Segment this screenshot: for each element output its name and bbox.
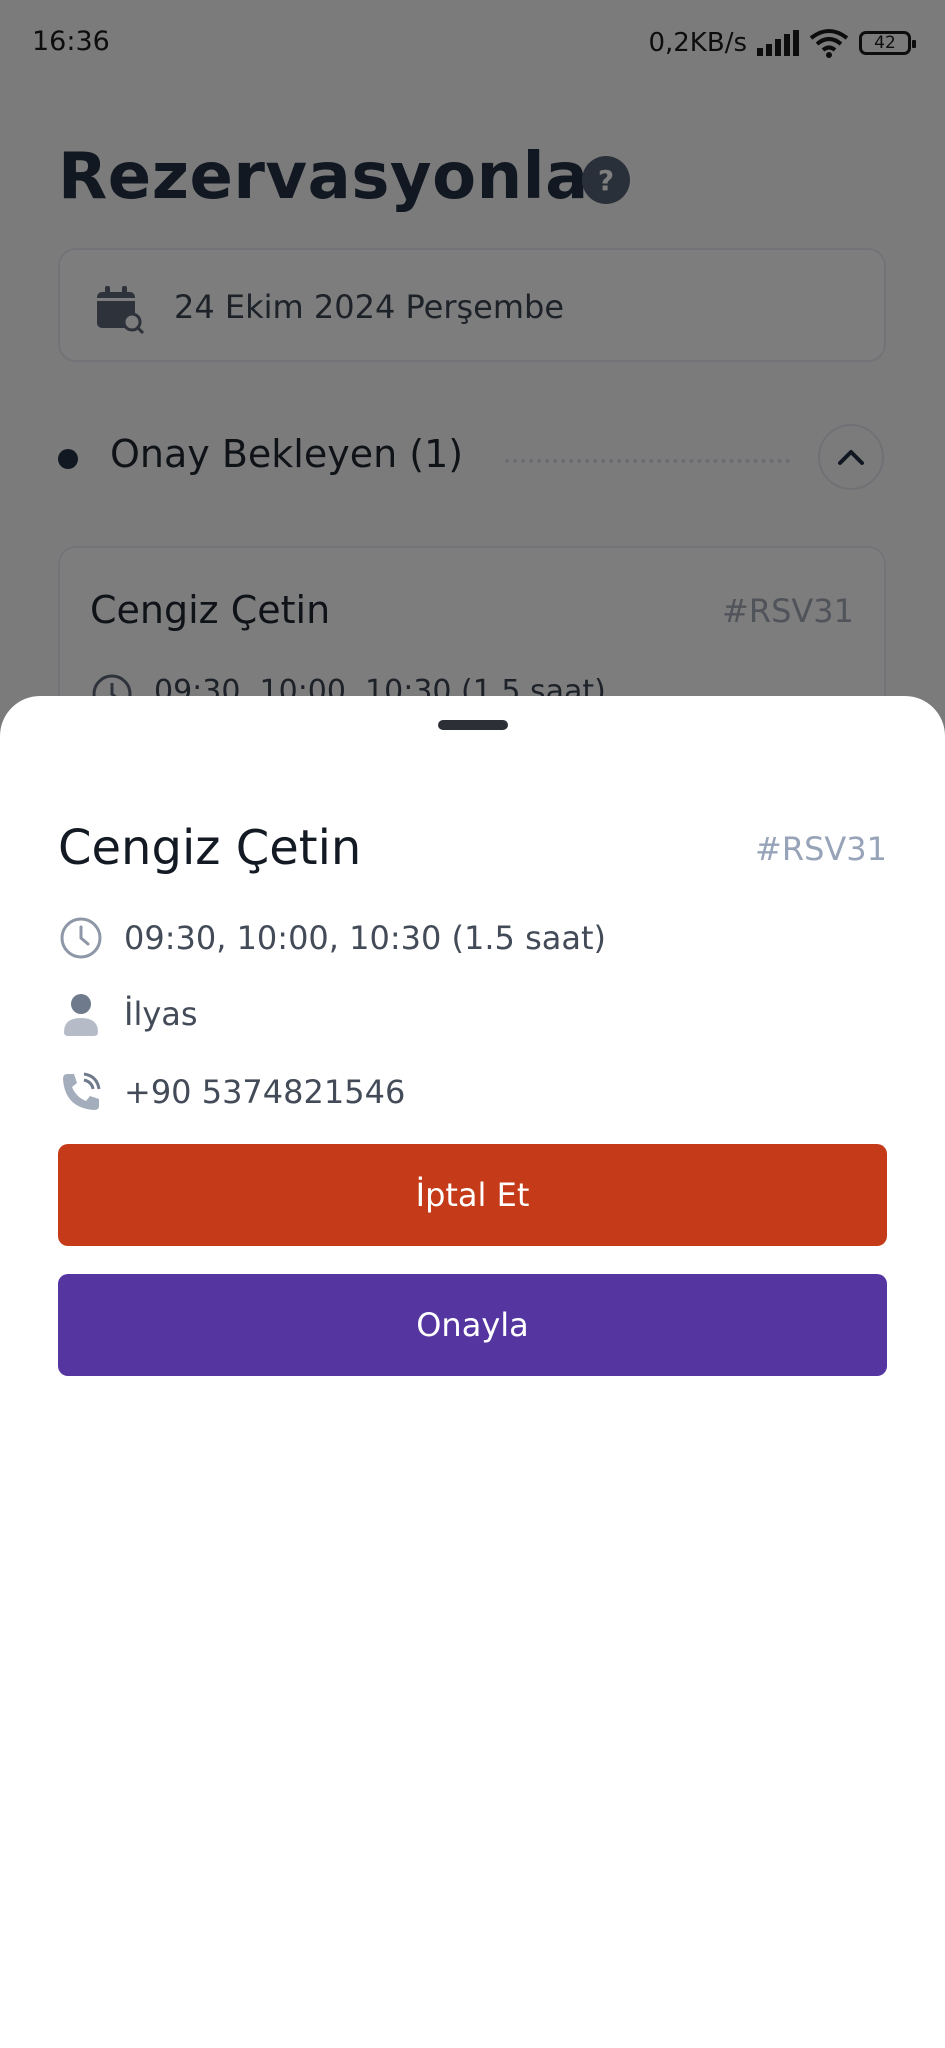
employee-row: İlyas — [58, 990, 198, 1038]
reservation-time: 09:30, 10:00, 10:30 (1.5 saat) — [124, 919, 606, 957]
phone-call-icon — [58, 1069, 104, 1115]
phone-row[interactable]: +90 5374821546 — [58, 1068, 405, 1116]
reservation-detail-sheet: Cengiz Çetin #RSV31 09:30, 10:00, 10:30 … — [0, 696, 945, 2048]
sheet-drag-handle[interactable] — [438, 720, 508, 730]
approve-reservation-button[interactable]: Onayla — [58, 1274, 887, 1376]
phone-number: +90 5374821546 — [124, 1073, 406, 1111]
clock-icon — [58, 915, 104, 961]
cancel-reservation-button[interactable]: İptal Et — [58, 1144, 887, 1246]
person-icon — [58, 991, 104, 1037]
customer-name: Cengiz Çetin — [58, 820, 362, 876]
reservation-time-row: 09:30, 10:00, 10:30 (1.5 saat) — [58, 914, 606, 962]
reservation-id: #RSV31 — [755, 830, 887, 868]
employee-name: İlyas — [124, 995, 198, 1033]
